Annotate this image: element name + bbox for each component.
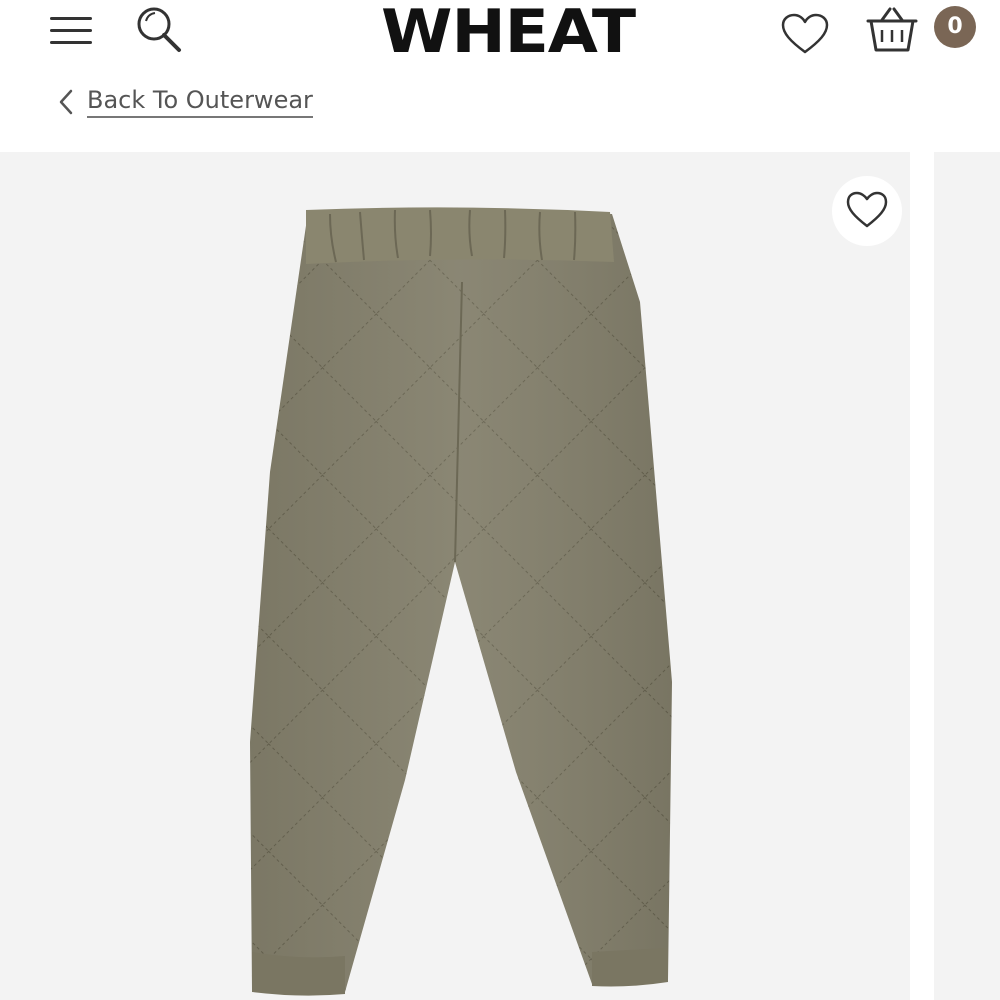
quilted-pants-image	[250, 207, 672, 996]
heart-icon	[846, 191, 888, 228]
menu-line	[50, 17, 92, 20]
hamburger-menu-icon[interactable]	[50, 14, 94, 48]
basket-count-badge: 0	[934, 6, 976, 48]
next-gallery-slide[interactable]	[934, 152, 1000, 1000]
brand-logo[interactable]: WHEAT	[348, 2, 668, 62]
menu-line	[50, 41, 92, 44]
site-header: WHEAT 0	[0, 0, 1000, 70]
search-icon[interactable]	[132, 4, 186, 54]
menu-line	[50, 29, 92, 32]
basket-icon[interactable]	[864, 6, 920, 56]
back-link-label: Back To Outerwear	[87, 84, 313, 118]
product-gallery[interactable]	[0, 152, 910, 1000]
chevron-left-icon	[59, 89, 73, 115]
wishlist-heart-icon[interactable]	[780, 12, 830, 56]
favorite-button[interactable]	[832, 176, 902, 246]
